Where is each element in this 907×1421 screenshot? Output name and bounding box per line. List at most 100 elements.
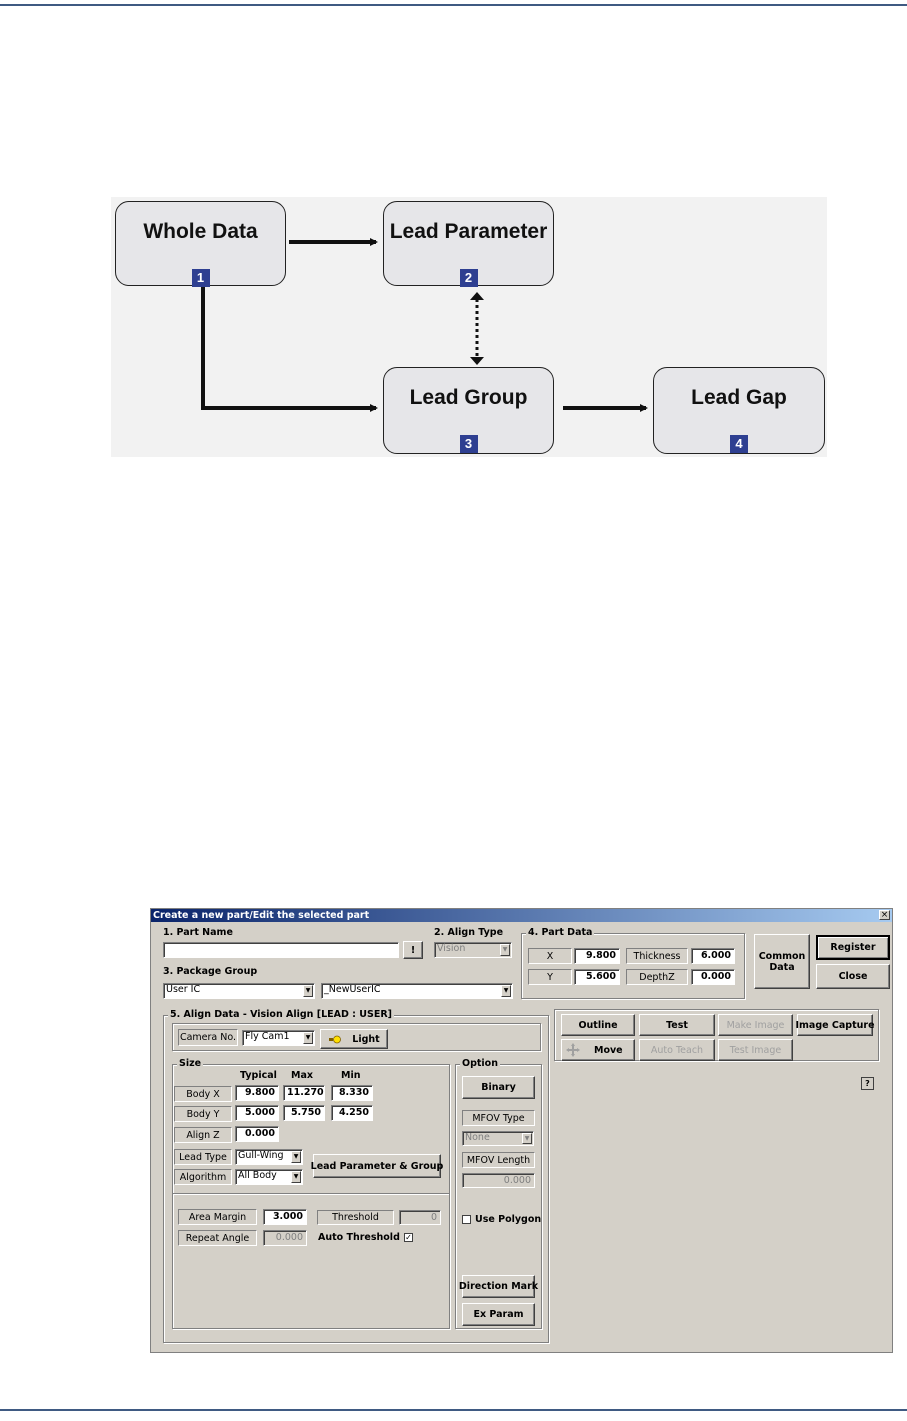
col-max: Max [291,1070,313,1081]
align-type-select[interactable]: Vision ▼ [434,942,512,958]
package-group-value: User IC [166,984,201,995]
make-image-button[interactable]: Make Image [718,1014,793,1036]
chevron-down-icon: ▼ [501,985,511,997]
box-whole-data: Whole Data 1 [115,201,286,287]
part-editor-dialog: Create a new part/Edit the selected part… [150,908,893,1353]
mfov-type-label-box: MFOV Type [462,1110,535,1126]
help-button[interactable]: ? [861,1077,874,1090]
bottom-rule [0,1409,907,1411]
box-number-badge: 4 [730,435,748,453]
top-rule [0,4,907,6]
box-title: Lead Gap [691,386,787,409]
algorithm-value: All Body [238,1170,277,1181]
part-name-input[interactable] [163,942,399,958]
move-arrows-icon [566,1043,580,1057]
size-group: Size [172,1058,450,1329]
body-x-typical-input[interactable]: 9.800 [235,1085,279,1101]
mfov-length-input[interactable]: 0.000 [462,1173,535,1188]
package-value: _NewUserIC [324,984,381,995]
body-x-min-input[interactable]: 8.330 [331,1085,373,1101]
lead-type-select[interactable]: Gull-Wing ▼ [235,1149,303,1165]
align-type-value: Vision [437,943,466,954]
lead-parameter-group-button[interactable]: Lead Parameter & Group [311,1154,443,1178]
mfov-length-label-box: MFOV Length [462,1152,535,1168]
body-y-max-input[interactable]: 5.750 [283,1105,325,1121]
col-typical: Typical [240,1070,277,1081]
align-type-label: 2. Align Type [434,927,504,938]
chevron-down-icon: ▼ [291,1171,301,1183]
algorithm-label-box: Algorithm [174,1169,232,1185]
camera-value: Fly Cam1 [245,1031,290,1042]
package-group-select[interactable]: User IC ▼ [163,983,315,999]
box-number-badge: 2 [459,269,478,287]
chevron-down-icon: ▼ [303,1032,313,1044]
close-button[interactable]: Close [816,964,890,989]
auto-threshold-label: Auto Threshold [318,1232,400,1243]
option-label: Option [460,1058,500,1070]
box-number-badge: 1 [191,269,210,287]
outline-button[interactable]: Outline [561,1014,635,1036]
body-y-typical-input[interactable]: 5.000 [235,1105,279,1121]
lead-type-label-box: Lead Type [174,1149,232,1165]
close-icon[interactable]: × [879,910,890,920]
chevron-down-icon: ▼ [522,1133,532,1144]
chevron-down-icon: ▼ [303,985,313,997]
chevron-down-icon: ▼ [500,944,510,956]
part-x-input[interactable]: 9.800 [574,948,620,964]
y-label-box: Y [528,969,572,985]
use-polygon-checkbox[interactable] [462,1215,471,1224]
box-title: Whole Data [143,220,258,243]
depthz-input[interactable]: 0.000 [691,969,735,985]
flow-diagram: Whole Data 1 Lead Parameter 2 Lead Group… [111,197,827,457]
move-button[interactable]: Move [561,1039,635,1061]
chevron-down-icon: ▼ [291,1151,301,1163]
repeat-angle-input[interactable]: 0.000 [263,1230,307,1246]
auto-threshold-checkbox[interactable]: ✓ [404,1233,413,1242]
mfov-type-select[interactable]: None ▼ [462,1131,534,1146]
lightbulb-icon [328,1035,342,1044]
threshold-input[interactable]: 0 [399,1210,441,1225]
auto-teach-button[interactable]: Auto Teach [639,1039,715,1061]
align-z-input[interactable]: 0.000 [235,1126,279,1142]
dialog-title: Create a new part/Edit the selected part [153,910,370,921]
direction-mark-button[interactable]: Direction Mark [459,1275,538,1298]
box-lead-gap: Lead Gap 4 [653,367,825,454]
common-data-button[interactable]: Common Data [754,934,810,989]
align-z-label-box: Align Z [174,1127,232,1143]
body-x-max-input[interactable]: 11.270 [283,1085,325,1101]
area-margin-label-box: Area Margin [178,1209,257,1225]
light-button[interactable]: Light [320,1029,388,1049]
body-x-label-box: Body X [174,1086,232,1102]
size-divider [173,1193,449,1194]
part-name-lookup-button[interactable]: ! [403,941,423,959]
algorithm-select[interactable]: All Body ▼ [235,1169,303,1185]
repeat-angle-label-box: Repeat Angle [178,1230,257,1246]
test-button[interactable]: Test [639,1014,715,1036]
box-title: Lead Group [409,386,528,409]
package-select[interactable]: _NewUserIC ▼ [321,983,513,999]
camera-select[interactable]: Fly Cam1 ▼ [242,1030,315,1046]
part-data-group: 4. Part Data [521,927,745,999]
common-data-label: Common Data [758,950,806,973]
area-margin-input[interactable]: 3.000 [263,1209,307,1225]
ex-param-button[interactable]: Ex Param [462,1303,535,1326]
thickness-input[interactable]: 6.000 [691,948,735,964]
light-label: Light [352,1033,380,1045]
test-image-button[interactable]: Test Image [718,1039,793,1061]
align-data-label: 5. Align Data - Vision Align [LEAD : USE… [168,1009,394,1021]
thickness-label-box: Thickness [626,948,688,964]
binary-button[interactable]: Binary [462,1076,535,1099]
arrow-whole-to-group [201,279,378,412]
threshold-label-box: Threshold [317,1210,394,1225]
register-button[interactable]: Register [816,935,890,960]
package-group-label: 3. Package Group [163,966,258,977]
move-label: Move [594,1044,623,1056]
part-name-label: 1. Part Name [163,927,233,938]
body-y-min-input[interactable]: 4.250 [331,1105,373,1121]
part-y-input[interactable]: 5.600 [574,969,620,985]
dialog-titlebar: Create a new part/Edit the selected part… [151,909,892,922]
use-polygon-label: Use Polygon [475,1214,542,1225]
box-number-badge: 3 [459,435,478,453]
image-capture-button[interactable]: Image Capture [796,1014,875,1036]
part-data-label: 4. Part Data [526,927,595,939]
